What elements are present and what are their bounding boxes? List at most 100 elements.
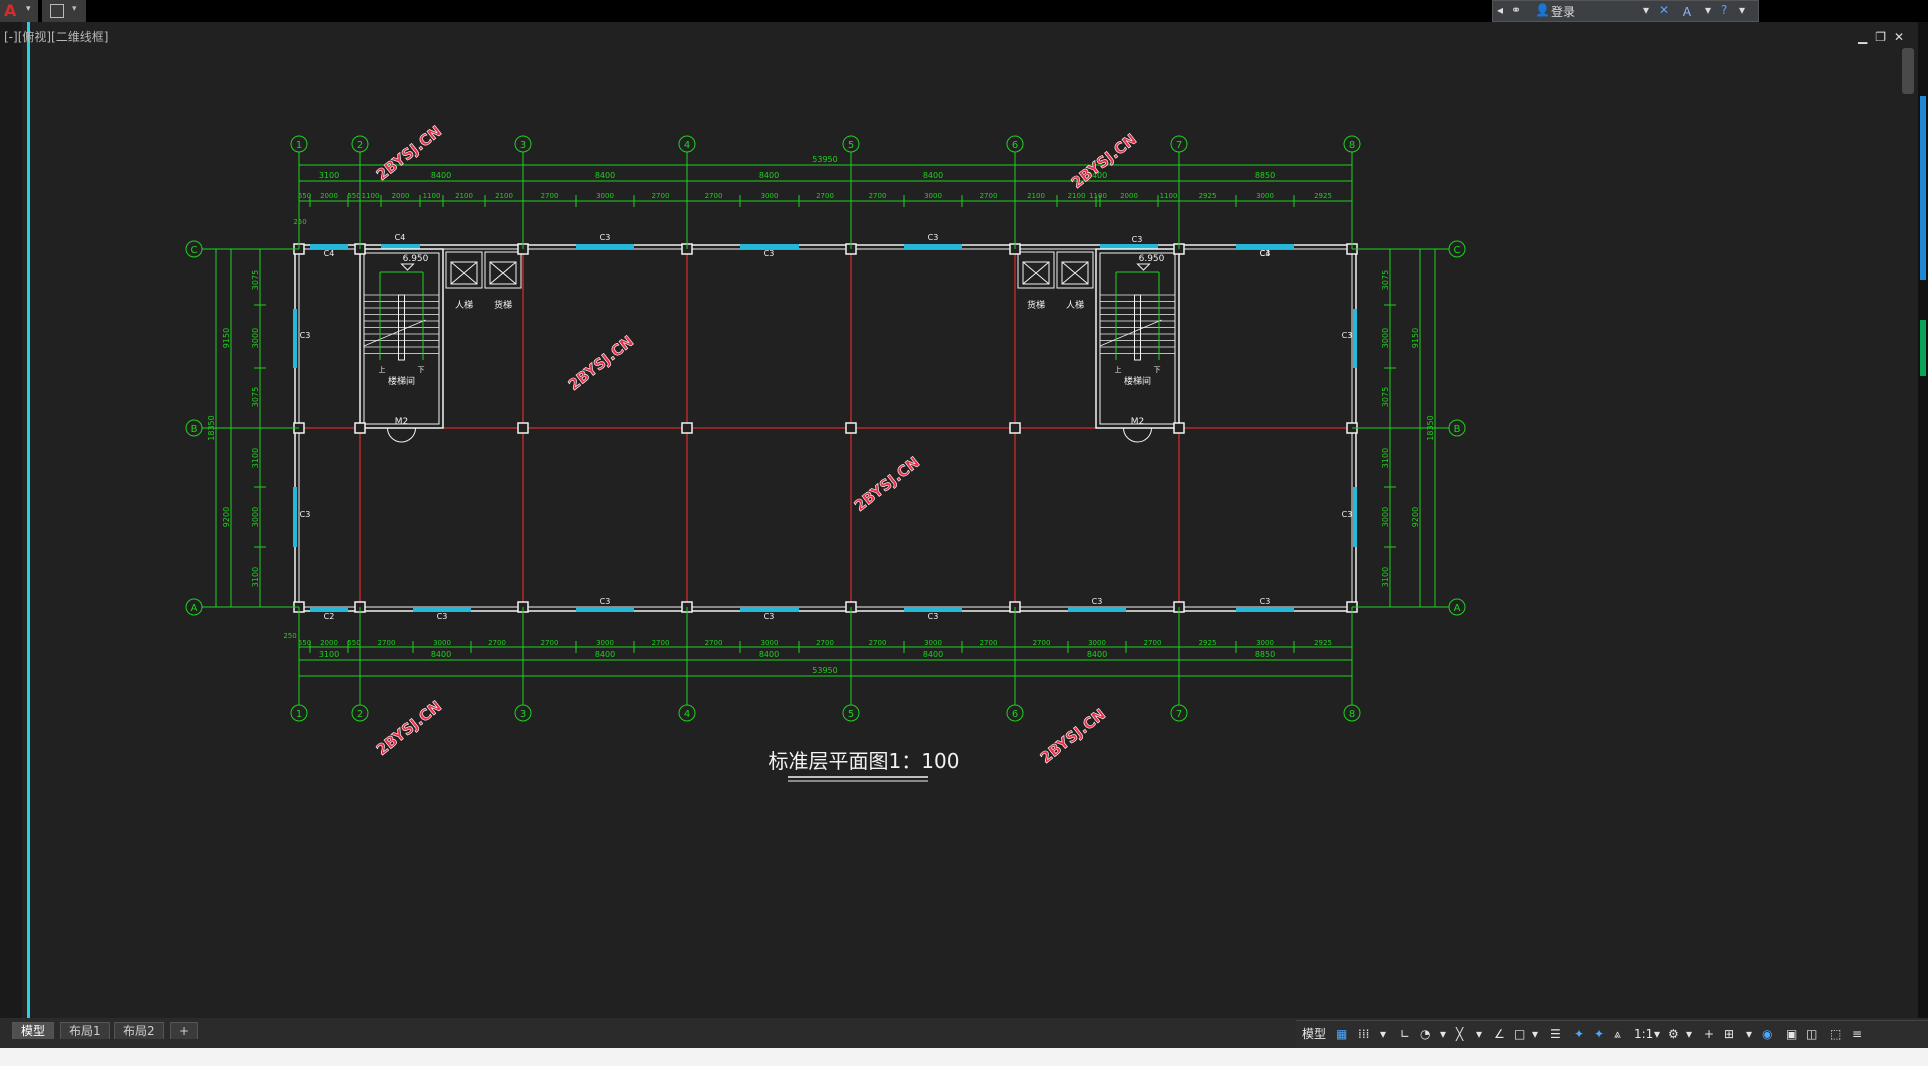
stair-wall (1095, 248, 1180, 429)
room-label-freight-lift: 货梯 (494, 299, 512, 311)
level-elevation-label: 6.950 (1139, 254, 1165, 264)
isolate-objects-icon[interactable]: ◉ (1762, 1024, 1772, 1044)
dimension-text: 3000 (596, 192, 614, 200)
grid-label-y: A (191, 603, 198, 614)
dimension-text: 8850 (1255, 650, 1275, 659)
window-opening (1236, 607, 1294, 612)
grid-label-x: 2 (357, 709, 363, 720)
auto-scale-icon[interactable]: ⩓ (1614, 1024, 1621, 1044)
door-swing (387, 427, 416, 443)
chevron-down-icon[interactable]: ▾ (1746, 1024, 1752, 1044)
dimension-text: 2100 (455, 192, 473, 200)
model-space-button[interactable]: 模型 (1302, 1024, 1326, 1044)
dimension-text: 8400 (1087, 650, 1107, 659)
dimension-text: 53950 (812, 155, 837, 164)
annotation-scale[interactable]: 1:1 (1634, 1024, 1653, 1044)
grid-label-x: 8 (1349, 709, 1355, 720)
ortho-icon[interactable]: ∟ (1400, 1024, 1410, 1044)
grid-label-x: 4 (684, 140, 690, 151)
grid-label-x: 3 (520, 709, 526, 720)
dimension-text: 9150 (1411, 328, 1420, 348)
dimension-text: 3075 (251, 270, 260, 290)
fullscreen-icon[interactable]: ⬚ (1830, 1024, 1841, 1044)
door-label: M2 (1131, 417, 1145, 427)
dimension-text: 2000 (320, 639, 338, 647)
gear-icon[interactable]: ⚙ (1668, 1024, 1679, 1044)
chevron-down-icon[interactable]: ▾ (1686, 1024, 1692, 1044)
tab-layout2[interactable]: 布局2 (114, 1022, 164, 1039)
grid-label-y: B (1454, 424, 1461, 435)
taskbar-strip (0, 1048, 1928, 1066)
annotation-visibility-icon[interactable]: ✦ (1594, 1024, 1604, 1044)
dimension-text: 3100 (1381, 448, 1390, 468)
window-opening (904, 244, 962, 249)
door-label: M2 (395, 417, 409, 427)
dimension-text: 3000 (433, 639, 451, 647)
isodraft-icon[interactable]: ╳ (1456, 1024, 1463, 1044)
watermark: 2BYSJ.CN (373, 697, 445, 759)
chevron-down-icon[interactable]: ▾ (1380, 1024, 1386, 1044)
dimension-text: 2700 (652, 192, 670, 200)
room-label-stairwell: 楼梯间 (388, 375, 415, 387)
dimension-text: 8850 (1255, 171, 1275, 180)
window-label: C3 (928, 233, 939, 242)
dimension-text: 3000 (1381, 328, 1390, 348)
watermark: 2BYSJ.CN (565, 332, 637, 394)
dimension-text: 1100 (423, 192, 441, 200)
window-label: C4 (395, 233, 406, 242)
watermark: 2BYSJ.CN (851, 453, 923, 515)
dimension-text: 3000 (1381, 507, 1390, 527)
dynamic-ucs-icon[interactable]: ✦ (1574, 1024, 1584, 1044)
polar-tracking-icon[interactable]: ◔ (1420, 1024, 1430, 1044)
plus-icon[interactable]: + (1704, 1024, 1714, 1044)
chevron-down-icon[interactable]: ▾ (1440, 1024, 1446, 1044)
dimension-text: 3000 (761, 639, 779, 647)
dimension-text: 2100 (495, 192, 513, 200)
dimension-text: 2925 (1314, 192, 1332, 200)
window-label: C3 (1342, 510, 1353, 519)
dimension-text: 2700 (980, 192, 998, 200)
chevron-down-icon[interactable]: ▾ (1476, 1024, 1482, 1044)
snap-icon[interactable]: ⁞⁞⁞ (1358, 1024, 1369, 1044)
grid-label-x: 7 (1176, 140, 1182, 151)
dimension-text: 2100 (1027, 192, 1045, 200)
chevron-down-icon[interactable]: ▾ (1532, 1024, 1538, 1044)
units-icon[interactable]: ⊞ (1724, 1024, 1734, 1044)
level-mark-icon (1136, 263, 1151, 271)
window-label: C2 (324, 612, 335, 621)
dimension-text: 2700 (1033, 639, 1051, 647)
dimension-text: 2100 (1068, 192, 1086, 200)
stair-wall (1099, 252, 1176, 425)
dimension-text: 2925 (1199, 192, 1217, 200)
dimension-text: 8400 (759, 171, 779, 180)
clean-screen-icon[interactable]: ◫ (1806, 1024, 1817, 1044)
window-label: C3 (600, 233, 611, 242)
chevron-down-icon[interactable]: ▾ (1654, 1024, 1660, 1044)
grid-icon[interactable]: ▦ (1336, 1024, 1347, 1044)
window-label: C3 (764, 249, 775, 258)
lineweight-icon[interactable]: ☰ (1550, 1024, 1561, 1044)
dimension-text: 2700 (705, 639, 723, 647)
customization-menu-icon[interactable]: ≡ (1852, 1024, 1862, 1044)
room-label-stairwell: 楼梯间 (1124, 375, 1151, 387)
object-snap-icon[interactable]: □ (1514, 1024, 1525, 1044)
grid-label-x: 5 (848, 140, 854, 151)
tab-model[interactable]: 模型 (12, 1022, 55, 1039)
add-layout-button[interactable]: + (170, 1022, 199, 1039)
tab-layout1[interactable]: 布局1 (60, 1022, 110, 1039)
object-snap-tracking-icon[interactable]: ∠ (1494, 1024, 1505, 1044)
dimension-text: 8400 (923, 650, 943, 659)
window-opening (576, 244, 634, 249)
dimension-text: 53950 (812, 666, 837, 675)
structural-column (681, 422, 693, 434)
window-label: C3 (1132, 235, 1143, 244)
grid-label-x: 6 (1012, 709, 1018, 720)
dimension-text: 8400 (759, 650, 779, 659)
grid-label-x: 1 (296, 709, 302, 720)
grid-label-x: 7 (1176, 709, 1182, 720)
hardware-acceleration-icon[interactable]: ▣ (1786, 1024, 1797, 1044)
dimension-text: 3100 (251, 448, 260, 468)
grid-label-x: 8 (1349, 140, 1355, 151)
window-opening (1353, 487, 1357, 547)
level-mark-icon (400, 263, 415, 271)
